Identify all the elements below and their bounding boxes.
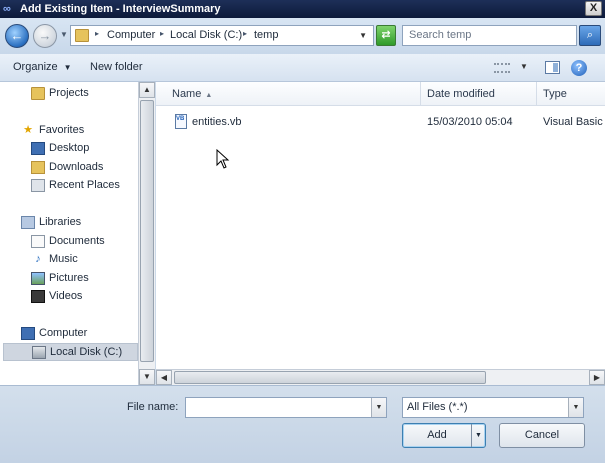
cancel-button[interactable]: Cancel <box>499 423 585 448</box>
file-name-panel: File name: ▼ All Files (*.*) ▼ Add ▼ Can… <box>0 385 605 463</box>
back-arrow-icon: ← <box>10 28 24 43</box>
breadcrumb-temp[interactable]: temp <box>254 29 278 41</box>
organize-menu[interactable]: Organize ▼ <box>13 61 72 73</box>
file-type-cell: Visual Basic S <box>543 116 605 128</box>
nav-item-label: Pictures <box>49 272 89 284</box>
file-name-label: File name: <box>127 401 179 413</box>
file-type-filter-value: All Files (*.*) <box>407 401 468 413</box>
search-input[interactable]: Search temp <box>402 25 577 46</box>
mouse-cursor-icon <box>216 149 230 169</box>
disk-icon <box>32 346 46 359</box>
horizontal-scrollbar[interactable]: ◀ ▶ <box>156 369 605 385</box>
file-name-cell: entities.vb <box>192 116 242 128</box>
breadcrumb-separator-icon[interactable]: ▸ <box>160 29 164 38</box>
file-type-filter[interactable]: All Files (*.*) ▼ <box>402 397 584 418</box>
window-title: Add Existing Item - InterviewSummary <box>20 3 221 15</box>
chevron-down-icon: ▼ <box>63 63 72 72</box>
change-view-icon[interactable] <box>494 63 510 73</box>
column-header-name[interactable]: Name ▲ <box>166 82 421 106</box>
address-bar[interactable]: ▸ Computer ▸ Local Disk (C:) ▸ temp ▼ <box>70 25 374 46</box>
back-button[interactable]: ← <box>5 24 29 48</box>
nav-item-label: Local Disk (C:) <box>50 346 123 358</box>
scroll-right-icon[interactable]: ▶ <box>589 370 605 385</box>
sort-ascending-icon: ▲ <box>205 92 213 99</box>
breadcrumb-separator-icon: ▸ <box>95 29 100 38</box>
file-row[interactable]: entities.vb 15/03/2010 05:04 Visual Basi… <box>156 112 605 132</box>
vb-file-icon <box>175 114 187 129</box>
file-list: Name▲ Date modified Type entities.vb 15/… <box>156 82 605 369</box>
organize-label: Organize <box>13 61 58 73</box>
videos-icon <box>31 290 45 303</box>
breadcrumb-computer[interactable]: Computer <box>107 29 155 41</box>
nav-item-label: Documents <box>49 235 105 247</box>
breadcrumb-separator-icon[interactable]: ▸ <box>243 29 247 38</box>
libraries-icon <box>21 216 35 229</box>
recent-places-icon <box>31 179 45 192</box>
star-icon: ★ <box>23 124 33 136</box>
navigation-pane-scrollbar[interactable]: ▲ ▼ <box>138 82 155 385</box>
nav-item-label: Music <box>49 253 78 265</box>
new-folder-button[interactable]: New folder <box>90 61 143 73</box>
help-icon[interactable]: ? <box>571 60 587 76</box>
nav-item-label: Videos <box>49 290 83 302</box>
nav-item-label: Projects <box>49 87 89 99</box>
title-bar: ∞ Add Existing Item - InterviewSummary X <box>0 0 605 18</box>
column-header-date-modified[interactable]: Date modified <box>421 82 537 106</box>
computer-icon <box>21 327 35 340</box>
file-name-input[interactable]: ▼ <box>185 397 387 418</box>
column-header-type[interactable]: Type <box>537 82 605 106</box>
recent-pages-dropdown-icon[interactable]: ▼ <box>60 30 68 40</box>
scroll-up-icon[interactable]: ▲ <box>139 82 155 98</box>
forward-button[interactable]: → <box>33 24 57 48</box>
refresh-button[interactable]: ⇄ <box>376 25 396 46</box>
breadcrumb-local-disk[interactable]: Local Disk (C:) <box>170 29 242 41</box>
documents-icon <box>31 235 45 248</box>
nav-item-label: Libraries <box>39 216 82 228</box>
search-button[interactable]: ⌕ <box>579 25 601 46</box>
chevron-down-icon[interactable]: ▼ <box>568 398 583 417</box>
toolbar: Organize ▼ New folder ▼ ? <box>0 54 605 82</box>
nav-item-label: Favorites <box>39 124 85 136</box>
nav-item-local-disk[interactable]: Local Disk (C:) <box>3 343 138 361</box>
visual-studio-icon: ∞ <box>3 3 11 15</box>
desktop-icon <box>31 142 45 155</box>
downloads-icon <box>31 161 45 174</box>
forward-arrow-icon: → <box>38 28 52 43</box>
address-row: ← → ▼ ▸ Computer ▸ Local Disk (C:) ▸ tem… <box>0 18 605 54</box>
add-button[interactable]: Add ▼ <box>402 423 486 448</box>
add-button-label: Add <box>427 429 447 441</box>
chevron-down-icon[interactable]: ▼ <box>371 398 386 417</box>
preview-pane-icon[interactable] <box>545 61 560 74</box>
refresh-icon: ⇄ <box>381 29 391 41</box>
view-options-dropdown-icon[interactable]: ▼ <box>520 62 528 71</box>
pictures-icon <box>31 272 45 285</box>
add-options-dropdown-icon[interactable]: ▼ <box>471 424 485 447</box>
scrollbar-thumb[interactable] <box>140 100 154 362</box>
scroll-left-icon[interactable]: ◀ <box>156 370 172 385</box>
nav-item-label: Desktop <box>49 142 90 154</box>
nav-item-label: Downloads <box>49 161 104 173</box>
search-icon: ⌕ <box>586 29 594 41</box>
file-date-cell: 15/03/2010 05:04 <box>427 116 513 128</box>
close-button[interactable]: X <box>585 1 602 16</box>
scrollbar-thumb[interactable] <box>174 371 486 384</box>
column-header-row: Name ▲ Date modified Type <box>156 82 605 106</box>
navigation-pane: Projects ★ Favorites Desktop Downloads R… <box>0 82 138 385</box>
folder-icon <box>31 87 45 100</box>
add-existing-item-dialog: ∞ Add Existing Item - InterviewSummary X… <box>0 0 605 463</box>
nav-item-label: Computer <box>39 327 88 339</box>
scroll-down-icon[interactable]: ▼ <box>139 369 155 385</box>
nav-item-label: Recent Places <box>49 179 120 191</box>
address-dropdown-icon[interactable]: ▼ <box>359 31 367 40</box>
folder-icon <box>75 29 89 42</box>
music-icon: ♪ <box>35 253 41 265</box>
column-header-label: Name <box>172 88 202 100</box>
